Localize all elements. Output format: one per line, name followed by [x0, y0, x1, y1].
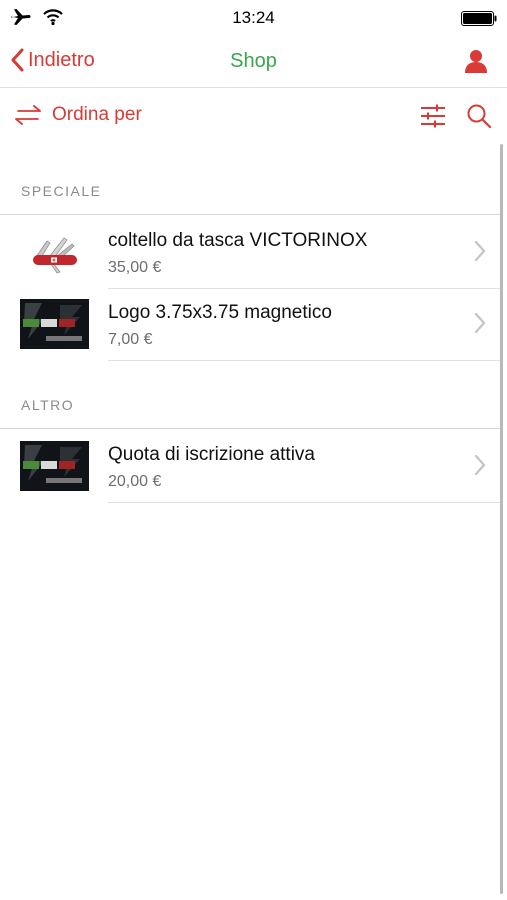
sort-arrows-icon	[15, 105, 41, 125]
status-time: 13:24	[232, 8, 275, 27]
row-divider	[108, 360, 500, 361]
section-header-speciale: SPECIALE	[21, 183, 102, 199]
status-bar: 13:24	[0, 0, 507, 36]
chevron-right-icon	[474, 240, 486, 262]
product-row-logo-magnetico[interactable]: Logo 3.75x3.75 magnetico 7,00 €	[0, 288, 500, 360]
product-title: coltello da tasca VICTORINOX	[108, 230, 368, 251]
product-price: 20,00 €	[108, 473, 162, 490]
section-header-altro: ALTRO	[21, 397, 75, 413]
product-row-quota-iscrizione[interactable]: Quota di iscrizione attiva 20,00 €	[0, 430, 500, 502]
product-title: Logo 3.75x3.75 magnetico	[108, 302, 332, 323]
chevron-right-icon	[474, 454, 486, 476]
pocket-knife-thumbnail	[33, 237, 77, 274]
section-divider	[0, 214, 500, 215]
filter-sliders-icon[interactable]	[420, 104, 446, 128]
product-title: Quota di iscrizione attiva	[108, 444, 315, 465]
sort-button[interactable]: Ordina per	[14, 104, 142, 126]
product-price: 35,00 €	[108, 259, 162, 276]
user-profile-icon[interactable]	[463, 48, 489, 74]
chevron-right-icon	[474, 312, 486, 334]
scrollbar[interactable]	[500, 144, 503, 894]
logo-thumbnail	[20, 441, 89, 491]
row-divider	[108, 502, 500, 503]
product-price: 7,00 €	[108, 331, 153, 348]
product-row-victorinox[interactable]: coltello da tasca VICTORINOX 35,00 €	[0, 216, 500, 288]
page-title: Shop	[230, 50, 277, 72]
search-icon[interactable]	[466, 103, 492, 129]
navigation-bar: Indietro Shop	[0, 36, 507, 88]
section-divider	[0, 428, 500, 429]
sort-label: Ordina per	[52, 104, 142, 125]
battery-icon	[461, 11, 497, 26]
logo-thumbnail	[20, 299, 89, 349]
list-toolbar: Ordina per	[0, 88, 507, 144]
